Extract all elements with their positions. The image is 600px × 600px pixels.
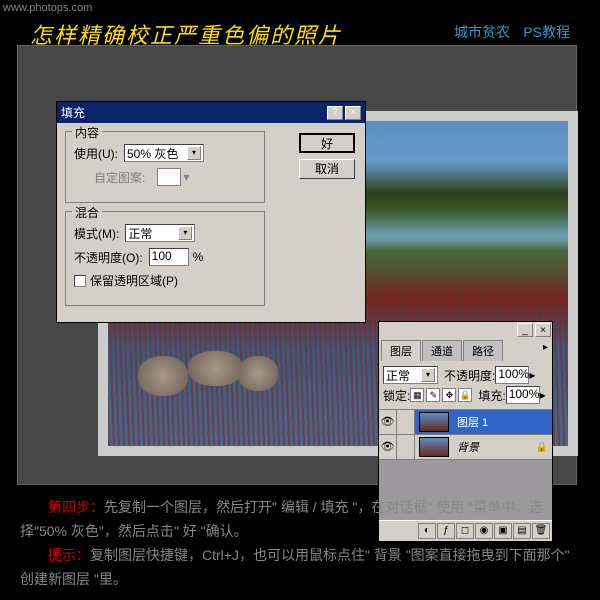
blend-mode-dropdown[interactable]: 正常 ▾ [383,366,438,384]
ok-button[interactable]: 好 [299,133,355,153]
chevron-down-icon[interactable]: ▾ [178,226,192,240]
layer-opacity-input[interactable]: 100% [495,366,529,384]
preserve-checkbox[interactable] [74,275,86,287]
layer-thumbnail[interactable] [419,412,449,432]
header-link-tutorial[interactable]: PS教程 [523,22,570,42]
lock-paint-icon[interactable]: ✎ [426,388,440,402]
tab-paths[interactable]: 路径 [463,340,503,361]
mode-label: 模式(M): [74,225,119,242]
visibility-icon[interactable]: 👁 [379,435,397,459]
tab-layers[interactable]: 图层 [381,340,421,361]
panel-tabs: 图层 通道 路径 ▸ [379,338,552,361]
workspace: 填充 ? × 好 取消 内容 使用(U): 50% 灰色 ▾ 自定图案: [17,45,577,485]
fill-label: 填充: [478,387,505,404]
lock-move-icon[interactable]: ✥ [442,388,456,402]
lock-icons: ▦ ✎ ✥ 🔒 [410,388,472,402]
lock-label: 锁定: [383,387,410,404]
layer-name[interactable]: 背景 [453,439,536,455]
link-cell[interactable] [397,410,415,434]
custom-pattern-label: 自定图案: [94,169,145,186]
dialog-title: 填充 [61,104,325,121]
close-button[interactable]: × [345,106,361,120]
tab-channels[interactable]: 通道 [422,340,462,361]
preserve-label: 保留透明区域(P) [90,272,178,289]
use-dropdown[interactable]: 50% 灰色 ▾ [124,144,204,162]
layer-row[interactable]: 👁 图层 1 [379,410,552,435]
panel-menu-icon[interactable]: ▸ [541,340,550,361]
use-label: 使用(U): [74,145,118,162]
opacity-unit: % [193,250,204,264]
opacity-label: 不透明度(O): [74,249,143,266]
fill-dialog: 填充 ? × 好 取消 内容 使用(U): 50% 灰色 ▾ 自定图案: [56,101,366,323]
chevron-right-icon[interactable]: ▸ [540,388,546,402]
link-cell[interactable] [397,435,415,459]
header-link-author[interactable]: 城市贫农 [454,22,510,42]
layer-row[interactable]: 👁 背景 🔒 [379,435,552,460]
rock [138,356,188,396]
tip-text: 复制图层快捷键，Ctrl+J，也可以用鼠标点住" 背景 "图案直接拖曳到下面那个… [20,547,570,587]
minimize-button[interactable]: _ [517,323,533,337]
help-button[interactable]: ? [327,106,343,120]
content-legend: 内容 [72,124,102,141]
opacity-input[interactable]: 100 [149,248,189,266]
chevron-down-icon: ▾ [183,170,189,184]
layer-thumbnail[interactable] [419,437,449,457]
layer-name[interactable]: 图层 1 [453,414,552,430]
layer-fill-input[interactable]: 100% [506,386,540,404]
mode-dropdown[interactable]: 正常 ▾ [125,224,195,242]
chevron-down-icon[interactable]: ▾ [187,146,201,160]
blend-legend: 混合 [72,204,102,221]
description: 第四步：先复制一个图层，然后打开" 编辑 / 填充 "，在对话框" 使用 "菜单… [20,495,580,591]
step-label: 第四步： [48,499,104,515]
use-value: 50% 灰色 [127,145,178,162]
tip-label: 提示： [48,547,90,563]
chevron-right-icon[interactable]: ▸ [529,368,535,382]
site-url: www.photops.com [3,2,92,14]
rock [238,356,278,391]
pattern-swatch [157,168,181,186]
lock-transparency-icon[interactable]: ▦ [410,388,424,402]
visibility-icon[interactable]: 👁 [379,410,397,434]
close-button[interactable]: × [535,323,551,337]
lock-icon: 🔒 [536,442,548,453]
chevron-down-icon[interactable]: ▾ [421,368,435,382]
mode-value: 正常 [128,225,152,242]
rock [188,351,243,386]
dialog-titlebar[interactable]: 填充 ? × [57,102,365,123]
blend-value: 正常 [386,367,410,384]
cancel-button[interactable]: 取消 [299,159,355,179]
opacity-label: 不透明度: [444,367,495,384]
lock-all-icon[interactable]: 🔒 [458,388,472,402]
